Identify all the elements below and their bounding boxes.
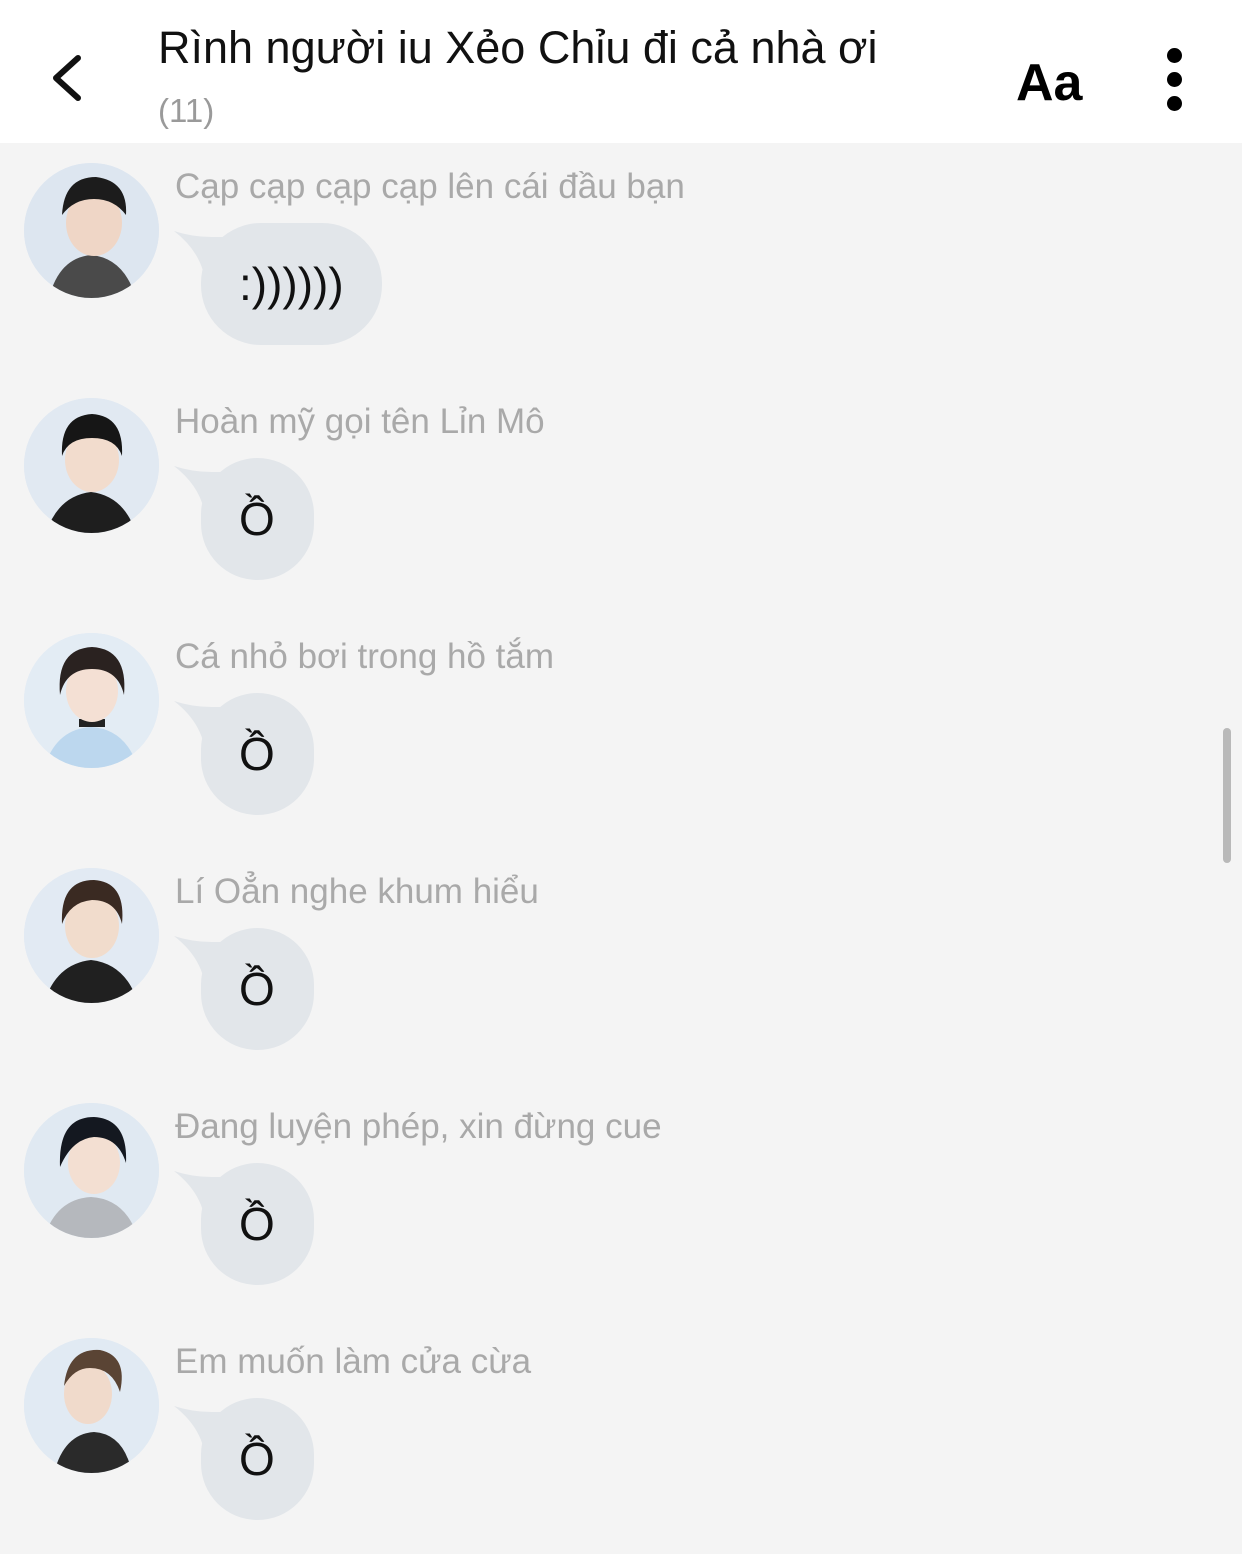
message-bubble[interactable]: Ồ <box>201 928 314 1050</box>
avatar[interactable] <box>24 398 159 533</box>
sender-name: Đang luyện phép, xin đừng cue <box>175 1107 662 1146</box>
message-bubble[interactable]: Ồ <box>201 458 314 580</box>
message-list[interactable]: Cạp cạp cạp cạp lên cái đầu bạn :)))))) … <box>0 143 1242 1554</box>
font-size-button[interactable]: Aa <box>1016 54 1082 112</box>
more-options-button[interactable] <box>1156 44 1196 114</box>
avatar[interactable] <box>24 1338 159 1473</box>
sender-name: Cạp cạp cạp cạp lên cái đầu bạn <box>175 167 685 206</box>
message-bubble[interactable]: Ồ <box>201 693 314 815</box>
avatar-photo <box>24 163 159 298</box>
avatar-photo <box>24 1338 159 1473</box>
avatar-photo <box>24 1103 159 1238</box>
vertical-dots-icon <box>1167 48 1182 63</box>
message-item: Cá nhỏ bơi trong hồ tắm Ồ <box>0 613 1242 848</box>
avatar[interactable] <box>24 868 159 1003</box>
avatar[interactable] <box>24 1103 159 1238</box>
vertical-dots-icon-dot <box>1167 72 1182 87</box>
message-item: Lí Oẳn nghe khum hiểu Ồ <box>0 848 1242 1083</box>
sender-name: Hoàn mỹ gọi tên Lỉn Mô <box>175 402 545 441</box>
message-item: Đang luyện phép, xin đừng cue Ồ <box>0 1083 1242 1318</box>
group-title[interactable]: Rình người iu Xẻo Chỉu đi cả nhà ơi <box>158 22 988 74</box>
message-bubble[interactable]: Ồ <box>201 1398 314 1520</box>
sender-name: Cá nhỏ bơi trong hồ tắm <box>175 637 555 676</box>
avatar[interactable] <box>24 633 159 768</box>
message-item: Hoàn mỹ gọi tên Lỉn Mô Ồ <box>0 378 1242 613</box>
sender-name: Lí Oẳn nghe khum hiểu <box>175 872 539 911</box>
member-count: (11) <box>158 92 215 129</box>
avatar-photo <box>24 398 159 533</box>
message-item: Cạp cạp cạp cạp lên cái đầu bạn :)))))) <box>0 143 1242 378</box>
sender-name: Em muốn làm cửa cừa <box>175 1342 532 1381</box>
avatar[interactable] <box>24 163 159 298</box>
message-item: Em muốn làm cửa cừa Ồ <box>0 1318 1242 1553</box>
vertical-dots-icon-dot <box>1167 96 1182 111</box>
back-button[interactable] <box>38 44 98 112</box>
avatar-photo <box>24 868 159 1003</box>
message-bubble[interactable]: :)))))) <box>201 223 382 345</box>
chat-header: Rình người iu Xẻo Chỉu đi cả nhà ơi (11)… <box>0 0 1242 143</box>
chevron-left-icon <box>53 55 81 101</box>
scrollbar-thumb[interactable] <box>1223 728 1231 863</box>
message-bubble[interactable]: Ồ <box>201 1163 314 1285</box>
avatar-photo <box>24 633 159 768</box>
